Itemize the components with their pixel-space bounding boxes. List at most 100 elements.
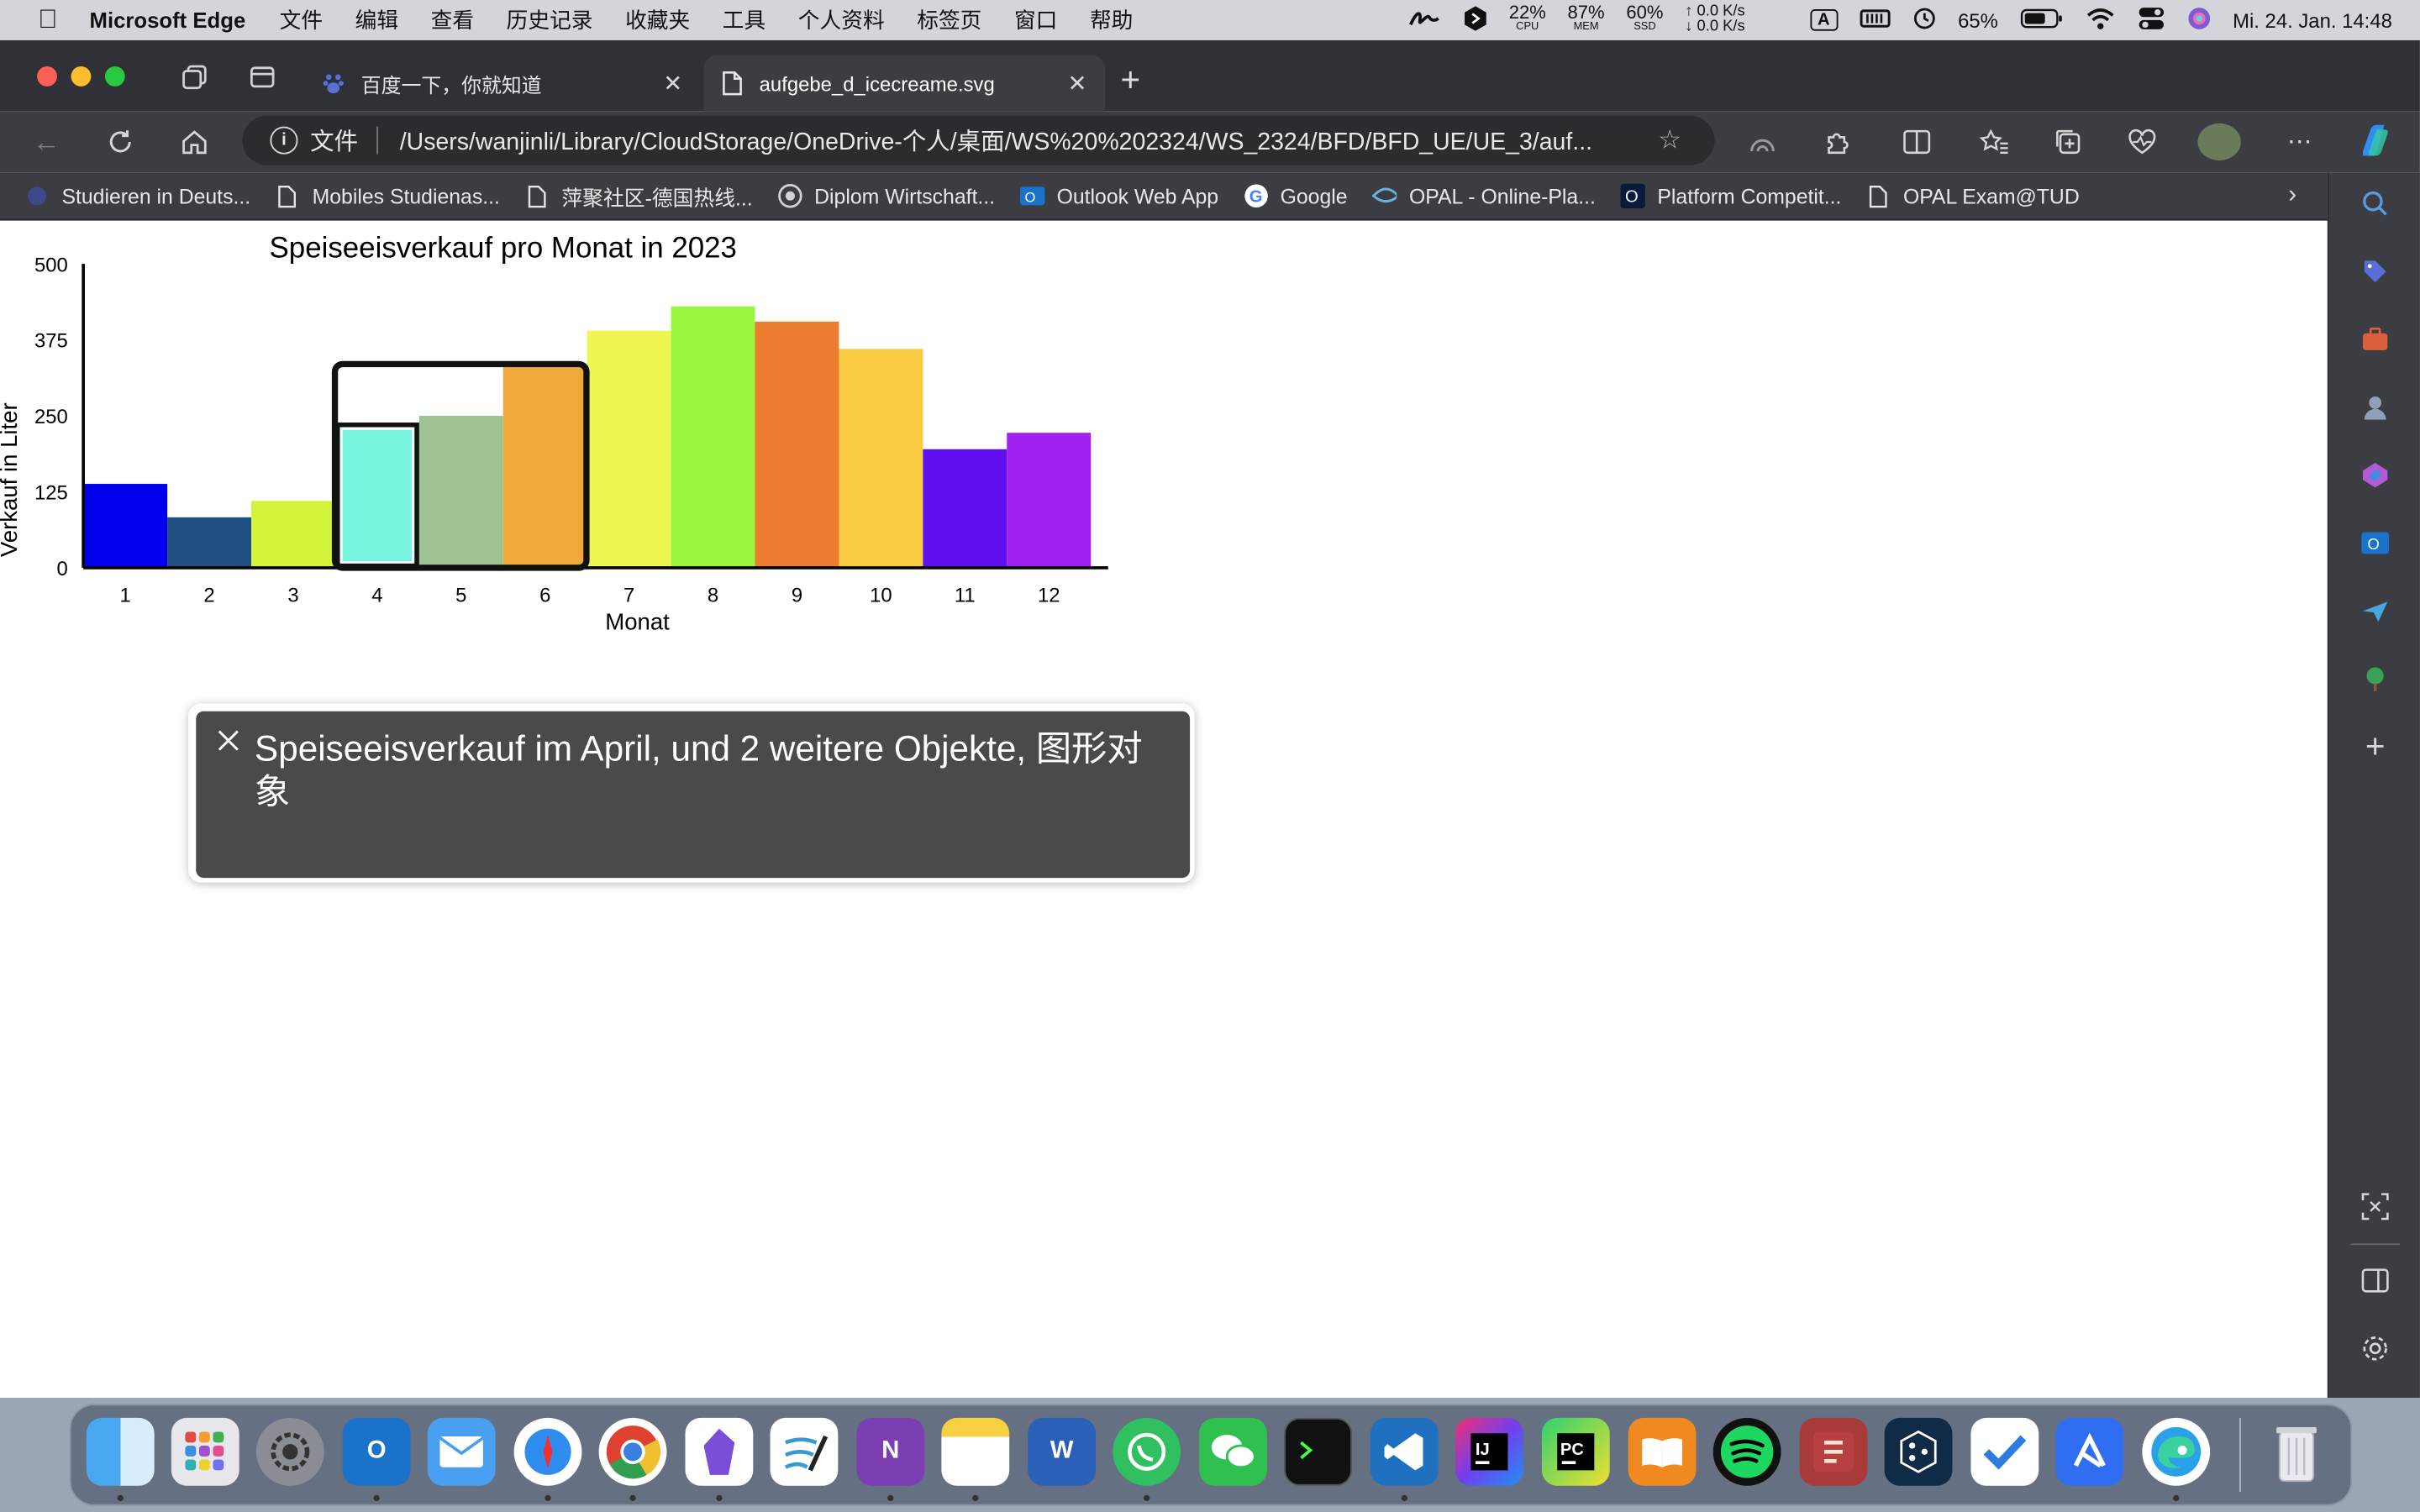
url-text[interactable]: /Users/wanjinli/Library/CloudStorage/One… xyxy=(400,123,1653,157)
add-icon[interactable]: + xyxy=(2360,727,2391,765)
refresh-icon[interactable] xyxy=(103,125,137,159)
app-launcher-icon[interactable] xyxy=(2055,1417,2124,1486)
mem-stat[interactable]: 87% MEM xyxy=(1568,3,1605,36)
minimize-window-button[interactable] xyxy=(71,66,92,87)
control-center-icon[interactable] xyxy=(2137,5,2165,34)
shopping-tag-icon[interactable] xyxy=(2360,256,2391,287)
close-icon[interactable] xyxy=(214,727,245,758)
collections-icon[interactable] xyxy=(2049,125,2086,159)
bookmark-diplom[interactable]: Diplom Wirtschaft... xyxy=(777,184,995,208)
menu-view[interactable]: 查看 xyxy=(431,5,474,36)
back-icon[interactable]: ← xyxy=(29,125,63,159)
onenote-icon[interactable]: N xyxy=(856,1417,925,1486)
browser-health-icon[interactable] xyxy=(2123,125,2160,159)
dictionary-icon[interactable] xyxy=(1799,1417,1868,1486)
freeform-icon[interactable] xyxy=(770,1417,839,1486)
bookmark-mobiles-studienas[interactable]: Mobiles Studienas... xyxy=(276,184,500,208)
books-icon[interactable] xyxy=(1628,1417,1697,1486)
time-machine-icon[interactable] xyxy=(1912,5,1936,34)
whatsapp-icon[interactable] xyxy=(1113,1417,1181,1486)
word-icon[interactable]: W xyxy=(1028,1417,1097,1486)
launchpad-icon[interactable] xyxy=(171,1417,239,1486)
deepl-icon[interactable] xyxy=(1463,4,1487,37)
tab-actions-icon[interactable] xyxy=(247,61,278,92)
toolbox-icon[interactable] xyxy=(2360,324,2391,355)
intellij-icon[interactable]: IJ xyxy=(1455,1417,1523,1486)
favorite-star-icon[interactable]: ☆ xyxy=(1653,125,1686,156)
profile-avatar[interactable] xyxy=(2197,123,2241,161)
app-name[interactable]: Microsoft Edge xyxy=(90,8,246,32)
apple-icon[interactable]:  xyxy=(34,5,61,34)
bar-month-5[interactable] xyxy=(418,415,503,568)
bookmark-opal-exam[interactable]: OPAL Exam@TUD xyxy=(1866,184,2080,208)
input-source-icon[interactable]: A xyxy=(1809,9,1838,31)
settings-gear-icon[interactable] xyxy=(2360,1333,2391,1364)
terminal-icon[interactable] xyxy=(1284,1417,1352,1486)
bar-month-12[interactable] xyxy=(1007,433,1092,568)
search-icon[interactable] xyxy=(2360,188,2391,219)
split-screen-icon[interactable] xyxy=(1898,125,1935,159)
siri-icon[interactable] xyxy=(2186,5,2211,34)
bar-month-1[interactable] xyxy=(83,484,168,568)
chrome-icon[interactable] xyxy=(598,1417,667,1486)
menu-edit[interactable]: 编辑 xyxy=(355,5,398,36)
vscode-icon[interactable] xyxy=(1370,1417,1439,1486)
cpu-stat[interactable]: 22% CPU xyxy=(1509,3,1546,36)
menu-tabs[interactable]: 标签页 xyxy=(917,5,981,36)
mail-icon[interactable] xyxy=(427,1417,496,1486)
notes-icon[interactable] xyxy=(941,1417,1010,1486)
chevron-right-icon[interactable]: › xyxy=(2288,182,2296,210)
home-icon[interactable] xyxy=(177,125,211,159)
browser-essentials-icon[interactable] xyxy=(1744,125,1781,159)
close-tab-icon[interactable]: ✕ xyxy=(1065,71,1089,97)
zoom-window-button[interactable] xyxy=(104,66,125,87)
bar-month-7[interactable] xyxy=(587,330,671,568)
tab-svg-file[interactable]: aufgebe_d_icecreame.svg ✕ xyxy=(703,55,1106,112)
bar-month-2[interactable] xyxy=(167,517,252,568)
games-icon[interactable] xyxy=(2360,392,2391,423)
bar-month-6[interactable] xyxy=(502,367,587,568)
bar-month-10[interactable] xyxy=(839,349,923,568)
memory-icon[interactable] xyxy=(1859,7,1891,33)
outlook-icon[interactable]: O xyxy=(2360,528,2391,559)
bookmark-pingju[interactable]: 萍聚社区-德国热线... xyxy=(524,181,753,212)
drop-icon[interactable] xyxy=(2360,596,2391,627)
safari-icon[interactable] xyxy=(513,1417,582,1486)
menu-file[interactable]: 文件 xyxy=(280,5,323,36)
extensions-icon[interactable] xyxy=(1818,125,1855,159)
menu-favorites[interactable]: 收藏夹 xyxy=(625,5,690,36)
wechat-icon[interactable] xyxy=(1199,1417,1267,1486)
microsoft-365-icon[interactable] xyxy=(2360,459,2391,491)
tree-icon[interactable] xyxy=(2360,664,2391,695)
info-icon[interactable]: i xyxy=(270,126,298,155)
battery-icon[interactable] xyxy=(2020,7,2063,33)
deepl-app-icon[interactable] xyxy=(1884,1417,1953,1486)
close-window-button[interactable] xyxy=(37,66,57,87)
screenshot-icon[interactable] xyxy=(2360,1191,2391,1222)
outlook-app-icon[interactable]: O xyxy=(342,1417,411,1486)
bookmark-opal[interactable]: OPAL - Online-Pla... xyxy=(1371,184,1596,208)
wifi-icon[interactable] xyxy=(2085,5,2116,34)
new-tab-icon[interactable]: + xyxy=(1120,62,1140,96)
menu-window[interactable]: 窗口 xyxy=(1014,5,1057,36)
more-options-icon[interactable]: ⋯ xyxy=(2281,125,2318,159)
menu-profile[interactable]: 个人资料 xyxy=(798,5,885,36)
bar-month-11[interactable] xyxy=(923,449,1007,568)
finder-icon[interactable] xyxy=(86,1417,155,1486)
bar-month-8[interactable] xyxy=(671,306,755,568)
bookmark-google[interactable]: G Google xyxy=(1243,184,1348,208)
ssd-stat[interactable]: 60% SSD xyxy=(1626,3,1663,36)
menu-help[interactable]: 帮助 xyxy=(1090,5,1133,36)
menu-tools[interactable]: 工具 xyxy=(723,5,765,36)
trash-icon[interactable] xyxy=(2263,1418,2331,1486)
address-bar[interactable]: i 文件 /Users/wanjinli/Library/CloudStorag… xyxy=(242,115,1715,165)
spotify-icon[interactable] xyxy=(1712,1417,1781,1486)
system-settings-icon[interactable] xyxy=(255,1417,324,1486)
bar-month-9[interactable] xyxy=(755,321,839,568)
obsidian-icon[interactable] xyxy=(685,1417,754,1486)
hide-sidebar-icon[interactable] xyxy=(2360,1265,2391,1296)
favorites-icon[interactable] xyxy=(1975,125,2012,159)
pycharm-icon[interactable]: PC xyxy=(1541,1417,1610,1486)
bookmark-platform[interactable]: O Platform Competit... xyxy=(1620,183,1841,208)
network-stat[interactable]: ↑ 0.0 K/s ↓ 0.0 K/s xyxy=(1685,4,1744,36)
